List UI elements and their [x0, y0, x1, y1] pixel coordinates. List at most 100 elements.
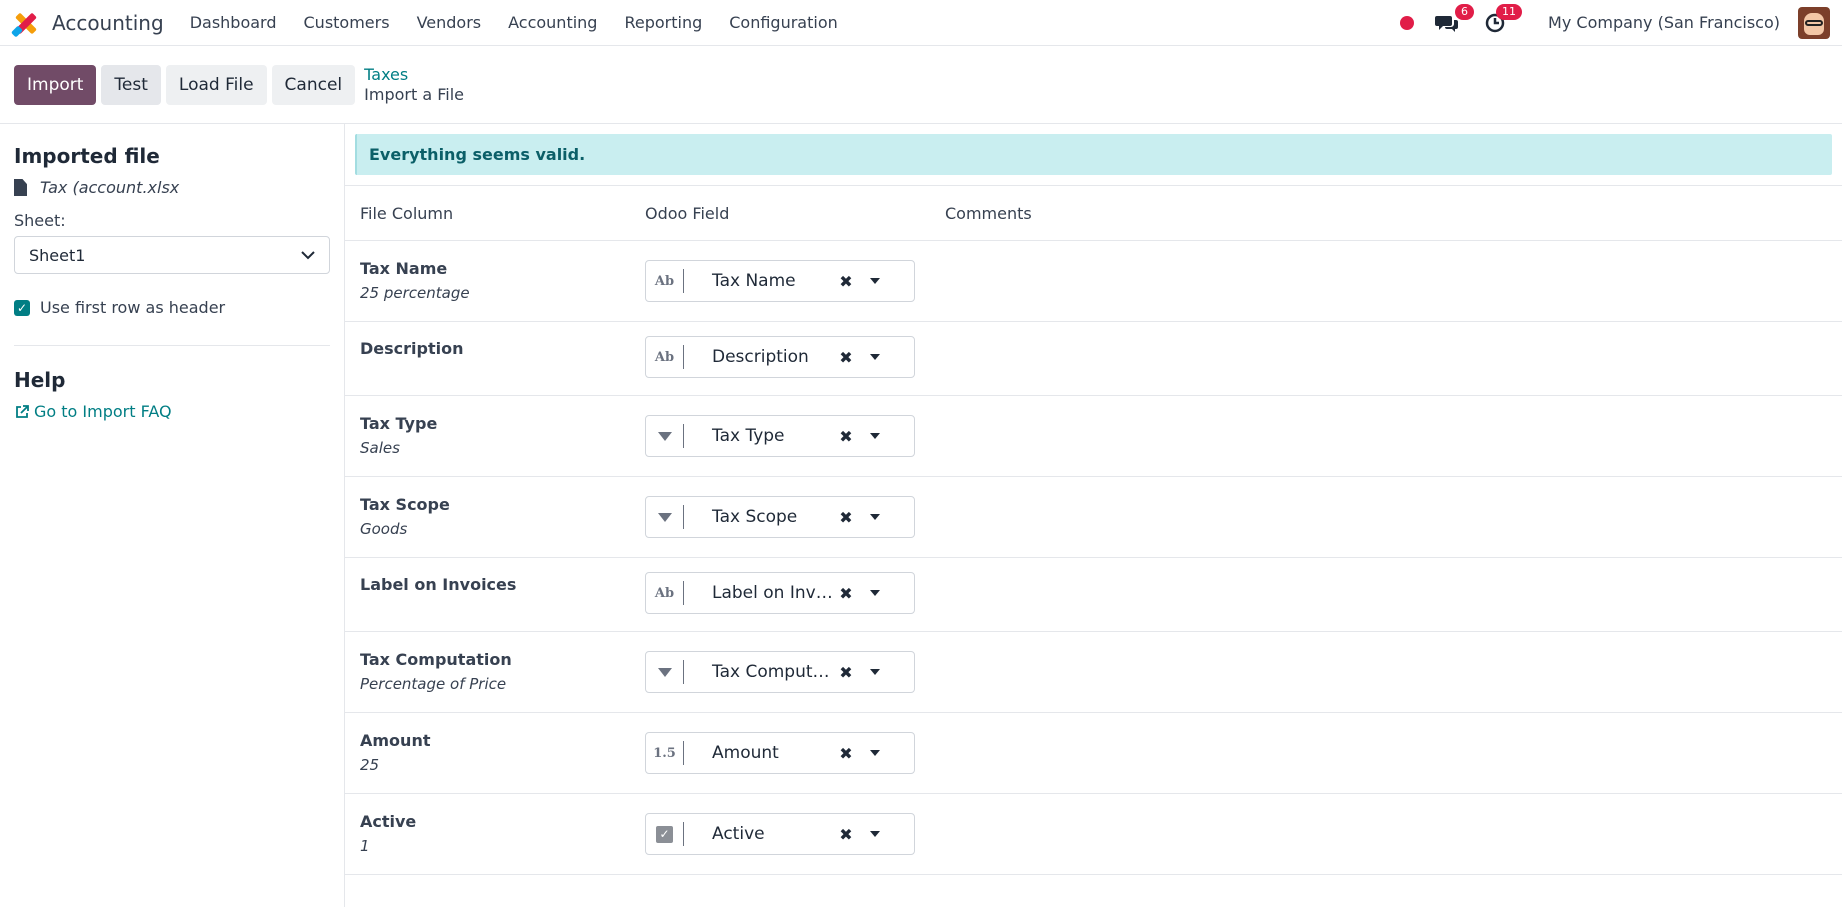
app-name[interactable]: Accounting — [52, 11, 164, 35]
text-type-icon: Ab — [654, 273, 675, 289]
field-type-indicator: Ab — [646, 345, 684, 369]
import-button[interactable]: Import — [14, 64, 97, 105]
table-row: Active 1 ✓ Active ✖ — [345, 794, 1842, 875]
clear-icon[interactable]: ✖ — [834, 348, 858, 367]
load-file-button[interactable]: Load File — [165, 64, 267, 105]
odoo-field-select[interactable]: Ab Label on Invo... ✖ — [645, 572, 915, 614]
breadcrumb-taxes-link[interactable]: Taxes — [364, 65, 464, 85]
menu-customers[interactable]: Customers — [304, 13, 390, 32]
file-column-name: Tax Name — [360, 259, 448, 278]
file-column-cell: Label on Invoices — [345, 558, 645, 597]
odoo-field-cell: ✓ Active ✖ — [645, 813, 945, 855]
header-odoo-field: Odoo Field — [645, 203, 730, 223]
header-checkbox[interactable]: ✓ — [14, 299, 30, 316]
clear-icon[interactable]: ✖ — [834, 272, 858, 291]
imported-file: Tax (account.xlsx — [14, 178, 330, 197]
test-button[interactable]: Test — [101, 64, 161, 105]
caret-down-icon[interactable] — [858, 433, 892, 439]
odoo-field-value: Tax Name — [712, 271, 796, 291]
menu-vendors[interactable]: Vendors — [417, 13, 482, 32]
file-name: Tax (account.xlsx — [40, 178, 180, 197]
file-column-name: Active — [360, 812, 417, 831]
file-column-sample: Goods — [360, 520, 408, 538]
recording-dot-icon[interactable] — [1400, 15, 1415, 30]
messages-icon[interactable]: 6 — [1434, 3, 1475, 36]
file-column-cell: Tax Computation Percentage of Price — [345, 647, 645, 697]
odoo-field-value: Amount — [712, 743, 779, 763]
messages-badge: 6 — [1455, 3, 1475, 20]
odoo-field-select[interactable]: Tax Scope ✖ — [645, 496, 915, 538]
sheet-select[interactable]: Sheet1 — [14, 236, 330, 274]
file-column-sample: 25 percentage — [360, 284, 470, 302]
menu-accounting[interactable]: Accounting — [508, 13, 597, 32]
caret-down-icon[interactable] — [858, 590, 892, 596]
cancel-button[interactable]: Cancel — [271, 64, 356, 105]
sheet-select-value: Sheet1 — [29, 245, 86, 265]
table-row: Label on Invoices Ab Label on Invo... ✖ — [345, 558, 1842, 632]
help-title: Help — [14, 368, 66, 392]
sheet-label: Sheet: — [14, 211, 66, 230]
clear-icon[interactable]: ✖ — [834, 825, 858, 844]
user-avatar[interactable] — [1798, 6, 1830, 39]
menu-configuration[interactable]: Configuration — [729, 13, 838, 32]
menu-dashboard[interactable]: Dashboard — [190, 13, 277, 32]
caret-down-icon[interactable] — [858, 354, 892, 360]
odoo-field-select[interactable]: Ab Tax Name ✖ — [645, 260, 915, 302]
field-type-indicator: 1.5 — [646, 741, 684, 765]
header-checkbox-label[interactable]: Use first row as header — [40, 298, 225, 317]
odoo-field-select[interactable]: ✓ Active ✖ — [645, 813, 915, 855]
chevron-down-icon — [301, 250, 315, 259]
odoo-field-value: Active — [712, 824, 765, 844]
caret-down-icon[interactable] — [858, 514, 892, 520]
caret-down-icon[interactable] — [858, 831, 892, 837]
caret-down-icon[interactable] — [858, 750, 892, 756]
header-file-column: File Column — [360, 203, 454, 223]
breadcrumb-current: Import a File — [364, 84, 464, 104]
file-column-name: Label on Invoices — [360, 575, 517, 594]
file-icon — [14, 179, 27, 196]
activities-clock-icon[interactable]: 11 — [1482, 3, 1523, 36]
file-column-cell: Tax Name 25 percentage — [345, 256, 645, 306]
odoo-field-value: Description — [712, 347, 809, 367]
systray: 6 11 My Company (San Francisco) — [1400, 3, 1830, 39]
clear-icon[interactable]: ✖ — [834, 744, 858, 763]
import-faq-label[interactable]: Go to Import FAQ — [34, 402, 172, 421]
company-switcher[interactable]: My Company (San Francisco) — [1548, 13, 1780, 32]
caret-down-icon[interactable] — [858, 278, 892, 284]
app-logo-icon[interactable] — [10, 10, 38, 38]
odoo-field-select[interactable]: 1.5 Amount ✖ — [645, 732, 915, 774]
caret-down-icon[interactable] — [858, 669, 892, 675]
clear-icon[interactable]: ✖ — [834, 508, 858, 527]
file-column-sample: 25 — [360, 756, 380, 774]
float-type-icon: 1.5 — [653, 745, 676, 761]
header-checkbox-row[interactable]: ✓ Use first row as header — [14, 298, 330, 346]
field-type-indicator: Ab — [646, 581, 684, 605]
clear-icon[interactable]: ✖ — [834, 584, 858, 603]
activities-badge: 11 — [1496, 3, 1523, 20]
table-row: Tax Computation Percentage of Price Tax Co… — [345, 632, 1842, 713]
file-column-name: Tax Scope — [360, 495, 450, 514]
file-column-sample: Sales — [360, 439, 400, 457]
clear-icon[interactable]: ✖ — [834, 663, 858, 682]
field-type-indicator — [646, 424, 684, 448]
odoo-field-cell: 1.5 Amount ✖ — [645, 732, 945, 774]
field-type-indicator — [646, 505, 684, 529]
odoo-field-select[interactable]: Ab Description ✖ — [645, 336, 915, 378]
control-panel: Import Test Load File Cancel Taxes Impor… — [0, 46, 1842, 124]
table-row: Tax Scope Goods Tax Scope ✖ — [345, 477, 1842, 558]
odoo-field-select[interactable]: Tax Type ✖ — [645, 415, 915, 457]
field-type-indicator: Ab — [646, 269, 684, 293]
boolean-type-icon: ✓ — [656, 825, 673, 843]
file-column-sample: 1 — [360, 837, 370, 855]
text-type-icon: Ab — [654, 349, 675, 365]
menu-reporting[interactable]: Reporting — [624, 13, 702, 32]
field-type-indicator — [646, 660, 684, 684]
text-type-icon: Ab — [654, 585, 675, 601]
file-column-name: Description — [360, 339, 464, 358]
odoo-field-cell: Tax Scope ✖ — [645, 496, 945, 538]
top-navbar: Accounting Dashboard Customers Vendors A… — [0, 0, 1842, 46]
import-faq-link[interactable]: Go to Import FAQ — [14, 402, 330, 421]
breadcrumb: Taxes Import a File — [364, 65, 464, 105]
clear-icon[interactable]: ✖ — [834, 427, 858, 446]
odoo-field-select[interactable]: Tax Computa... ✖ — [645, 651, 915, 693]
